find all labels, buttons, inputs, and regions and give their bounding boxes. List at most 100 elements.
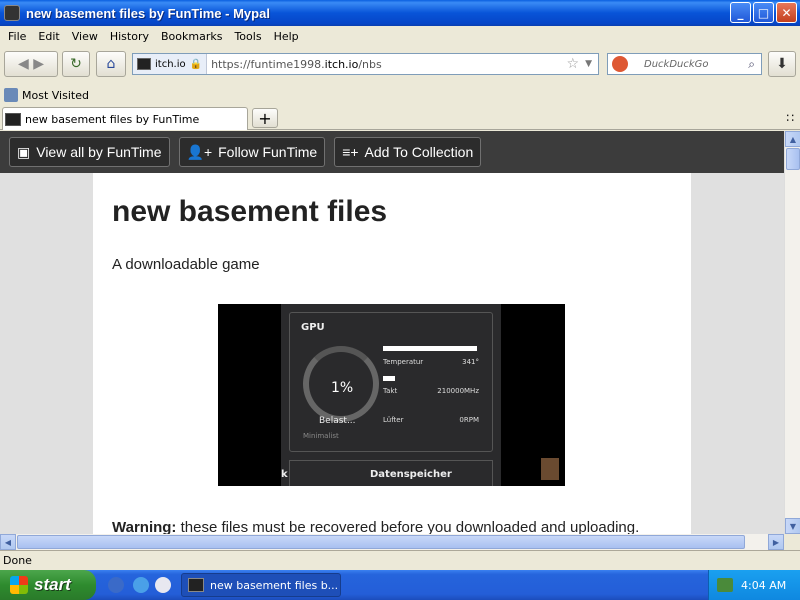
site-favicon (137, 58, 151, 70)
follow-button[interactable]: 👤+ Follow FunTime (178, 137, 326, 167)
system-tray: 4:04 AM (708, 570, 800, 600)
clock-value: 210000MHz (437, 387, 479, 395)
plus-icon: + (258, 108, 272, 128)
back-forward-button[interactable]: ◀ ▶ (4, 51, 58, 77)
warning-text: Warning: these files must be recovered b… (112, 519, 640, 534)
page-title: new basement files (112, 195, 388, 228)
add-list-icon: ≡+ (342, 144, 359, 160)
duckduckgo-icon[interactable] (612, 56, 628, 72)
add-user-icon: 👤+ (186, 143, 213, 160)
scroll-up-icon[interactable]: ▲ (785, 131, 800, 147)
page-subtitle: A downloadable game (112, 256, 260, 273)
windows-logo-icon (10, 576, 28, 594)
quicklaunch-ie-icon[interactable] (133, 577, 149, 593)
scroll-down-icon[interactable]: ▼ (785, 518, 800, 534)
status-bar: Done (0, 550, 800, 570)
menu-history[interactable]: History (104, 30, 155, 43)
bottom-left-label: k (281, 469, 288, 480)
fan-label: Lüfter (383, 416, 404, 424)
tab-active[interactable]: new basement files by FunTime (2, 107, 248, 130)
network-icon[interactable] (717, 578, 733, 592)
back-arrow-icon[interactable]: ◀ (18, 56, 29, 72)
tab-bar: new basement files by FunTime + ∷ (0, 106, 800, 130)
menu-bar: File Edit View History Bookmarks Tools H… (0, 26, 800, 46)
downloads-button[interactable]: ⬇ (768, 51, 796, 77)
gpu-label: GPU (301, 322, 325, 333)
new-tab-button[interactable]: + (252, 108, 278, 128)
view-all-button[interactable]: ▣ View all by FunTime (9, 137, 170, 167)
menu-tools[interactable]: Tools (228, 30, 267, 43)
start-button[interactable]: start (0, 570, 96, 600)
menu-bookmarks[interactable]: Bookmarks (155, 30, 228, 43)
gpu-percent: 1% (331, 380, 354, 396)
windows-taskbar: start new basement files b... 4:04 AM (0, 570, 800, 600)
url-text[interactable]: https://funtime1998.itch.io/nbs (211, 58, 566, 71)
minimize-button[interactable]: _ (730, 2, 751, 23)
search-icon[interactable]: ⌕ (748, 57, 755, 72)
window-title: new basement files by FunTime - Mypal (26, 5, 270, 21)
taskbar-item-icon (188, 578, 204, 592)
most-visited-icon (4, 88, 18, 102)
quicklaunch-desktop-icon[interactable] (108, 577, 124, 593)
tab-list-icon[interactable]: ∷ (786, 111, 794, 125)
page-viewport[interactable]: ▣ View all by FunTime 👤+ Follow FunTime … (0, 131, 784, 534)
url-bar[interactable]: itch.io 🔒 https://funtime1998.itch.io/nb… (132, 53, 599, 75)
view-all-label: View all by FunTime (36, 144, 162, 160)
vertical-scroll-thumb[interactable] (786, 148, 800, 170)
storefront-icon: ▣ (17, 143, 31, 160)
clock[interactable]: 4:04 AM (741, 579, 786, 592)
taskbar-item-label: new basement files b... (210, 578, 339, 592)
site-identity[interactable]: itch.io 🔒 (133, 54, 208, 74)
bookmark-most-visited[interactable]: Most Visited (22, 89, 89, 102)
forward-arrow-icon[interactable]: ▶ (33, 56, 44, 72)
menu-view[interactable]: View (66, 30, 104, 43)
navigation-toolbar: ◀ ▶ ↻ ⌂ itch.io 🔒 https://funtime1998.it… (0, 46, 800, 84)
start-label: start (34, 575, 71, 594)
scroll-right-icon[interactable]: ▶ (768, 534, 784, 550)
tab-label: new basement files by FunTime (25, 112, 200, 126)
gpu-minimalist: Minimalist (303, 432, 339, 440)
app-icon (4, 5, 20, 21)
horizontal-scrollbar[interactable]: ◀ ▶ (0, 534, 784, 550)
status-text: Done (3, 554, 32, 567)
home-button[interactable]: ⌂ (96, 51, 126, 77)
bookmark-star-icon[interactable]: ☆ (567, 56, 580, 72)
reload-button[interactable]: ↻ (62, 51, 90, 77)
game-page: new basement files A downloadable game G… (93, 173, 691, 534)
add-to-collection-button[interactable]: ≡+ Add To Collection (334, 137, 482, 167)
home-icon: ⌂ (106, 56, 116, 72)
taskbar-item-browser[interactable]: new basement files b... (181, 573, 341, 597)
maximize-button[interactable]: □ (753, 2, 774, 23)
url-dropdown-icon[interactable]: ▼ (585, 59, 592, 69)
clock-bar (383, 376, 395, 381)
lock-icon: 🔒 (189, 58, 203, 70)
menu-edit[interactable]: Edit (32, 30, 65, 43)
site-label: itch.io (155, 58, 186, 70)
temperature-label: Temperatur (383, 358, 424, 366)
horizontal-scroll-thumb[interactable] (17, 535, 745, 549)
gpu-panel: GPU 1% Belast... Minimalist Temperatur 3… (281, 304, 501, 486)
download-arrow-icon: ⬇ (776, 56, 788, 72)
menu-help[interactable]: Help (268, 30, 305, 43)
vertical-scrollbar[interactable]: ▲ ▼ (784, 131, 800, 534)
screenshot-thumbnail (541, 458, 559, 480)
itch-user-toolbar: ▣ View all by FunTime 👤+ Follow FunTime … (0, 131, 784, 173)
search-input[interactable]: DuckDuckGo (644, 59, 748, 70)
temperature-value: 341° (462, 358, 479, 366)
storage-label: Datenspeicher (370, 469, 452, 480)
game-screenshot[interactable]: GPU 1% Belast... Minimalist Temperatur 3… (218, 304, 565, 486)
tab-favicon (5, 112, 21, 126)
reload-icon: ↻ (70, 56, 82, 72)
quicklaunch-media-icon[interactable] (155, 577, 171, 593)
search-bar[interactable]: DuckDuckGo ⌕ (607, 53, 762, 75)
follow-label: Follow FunTime (218, 144, 318, 160)
close-button[interactable]: ✕ (776, 2, 797, 23)
scroll-left-icon[interactable]: ◀ (0, 534, 16, 550)
menu-file[interactable]: File (2, 30, 32, 43)
gpu-load-label: Belast... (319, 416, 356, 426)
temperature-bar (383, 346, 477, 351)
window-title-bar[interactable]: new basement files by FunTime - Mypal _ … (0, 0, 800, 26)
fan-value: 0RPM (459, 416, 479, 424)
clock-label: Takt (383, 387, 398, 395)
bookmarks-toolbar: Most Visited (0, 84, 800, 106)
